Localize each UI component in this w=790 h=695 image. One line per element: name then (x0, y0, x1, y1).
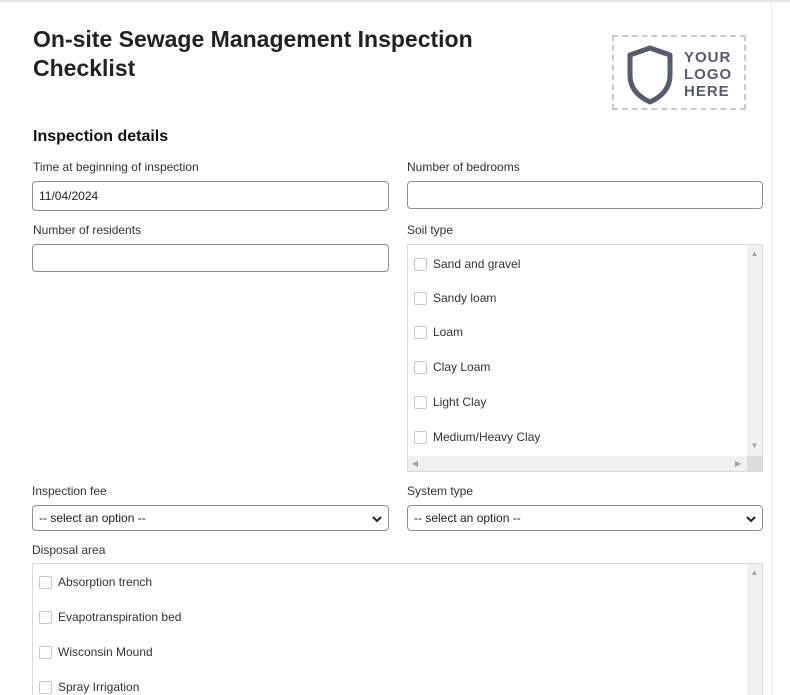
page-title: On-site Sewage Management Inspection Che… (33, 26, 473, 81)
disposal-option[interactable]: Spray Irrigation (39, 680, 139, 694)
disposal-option[interactable]: Absorption trench (39, 575, 152, 589)
chevron-down-icon (372, 516, 382, 523)
logo-placeholder: YOUR LOGO HERE (612, 35, 746, 110)
vertical-scrollbar[interactable]: ▲ (747, 564, 762, 695)
bedrooms-label: Number of bedrooms (407, 160, 520, 174)
checkbox[interactable] (39, 645, 52, 659)
checkbox[interactable] (414, 430, 427, 444)
system-select[interactable]: -- select an option -- (407, 505, 763, 531)
soil-option[interactable]: Medium/Heavy Clay (414, 430, 540, 444)
horizontal-scrollbar[interactable]: ◀ ▶ (408, 456, 749, 471)
vertical-scrollbar[interactable]: ▲ ▼ (747, 245, 762, 456)
bedrooms-input[interactable] (407, 181, 763, 209)
checkbox[interactable] (39, 575, 52, 589)
soil-option[interactable]: Sand and gravel (414, 257, 520, 271)
shield-icon (627, 45, 673, 105)
fee-select[interactable]: -- select an option -- (32, 505, 389, 531)
soil-label: Soil type (407, 223, 454, 237)
checkbox[interactable] (39, 610, 52, 624)
checkbox[interactable] (39, 680, 52, 694)
soil-type-list[interactable]: Sand and gravel Sandy loam Loam Clay Loa… (407, 244, 763, 472)
soil-option[interactable]: Loam (414, 325, 463, 339)
section-title: Inspection details (33, 128, 169, 145)
soil-option[interactable]: Clay Loam (414, 360, 490, 374)
checkbox[interactable] (414, 291, 427, 305)
scroll-up-icon[interactable]: ▲ (747, 249, 762, 259)
scroll-corner (747, 456, 762, 471)
time-input[interactable] (32, 181, 389, 211)
checkbox[interactable] (414, 360, 427, 374)
time-label: Time at beginning of inspection (33, 160, 199, 174)
page-edge (771, 0, 772, 695)
residents-label: Number of residents (33, 223, 142, 237)
scroll-right-icon[interactable]: ▶ (733, 459, 743, 469)
checkbox[interactable] (414, 395, 427, 409)
residents-input[interactable] (32, 244, 389, 272)
disposal-area-list[interactable]: Absorption trench Evapotranspiration bed… (32, 563, 763, 695)
disposal-label: Disposal area (32, 543, 106, 557)
checkbox[interactable] (414, 257, 427, 271)
checkbox[interactable] (414, 325, 427, 339)
logo-text: YOUR LOGO HERE (684, 49, 733, 100)
fee-label: Inspection fee (32, 484, 107, 498)
disposal-option[interactable]: Evapotranspiration bed (39, 610, 181, 624)
soil-option[interactable]: Light Clay (414, 395, 486, 409)
system-label: System type (407, 484, 474, 498)
top-border (0, 0, 790, 2)
scroll-left-icon[interactable]: ◀ (410, 459, 420, 469)
scroll-up-icon[interactable]: ▲ (747, 568, 762, 578)
soil-option[interactable]: Sandy loam (414, 291, 496, 305)
chevron-down-icon (746, 516, 756, 523)
disposal-option[interactable]: Wisconsin Mound (39, 645, 153, 659)
scroll-down-icon[interactable]: ▼ (747, 441, 762, 451)
